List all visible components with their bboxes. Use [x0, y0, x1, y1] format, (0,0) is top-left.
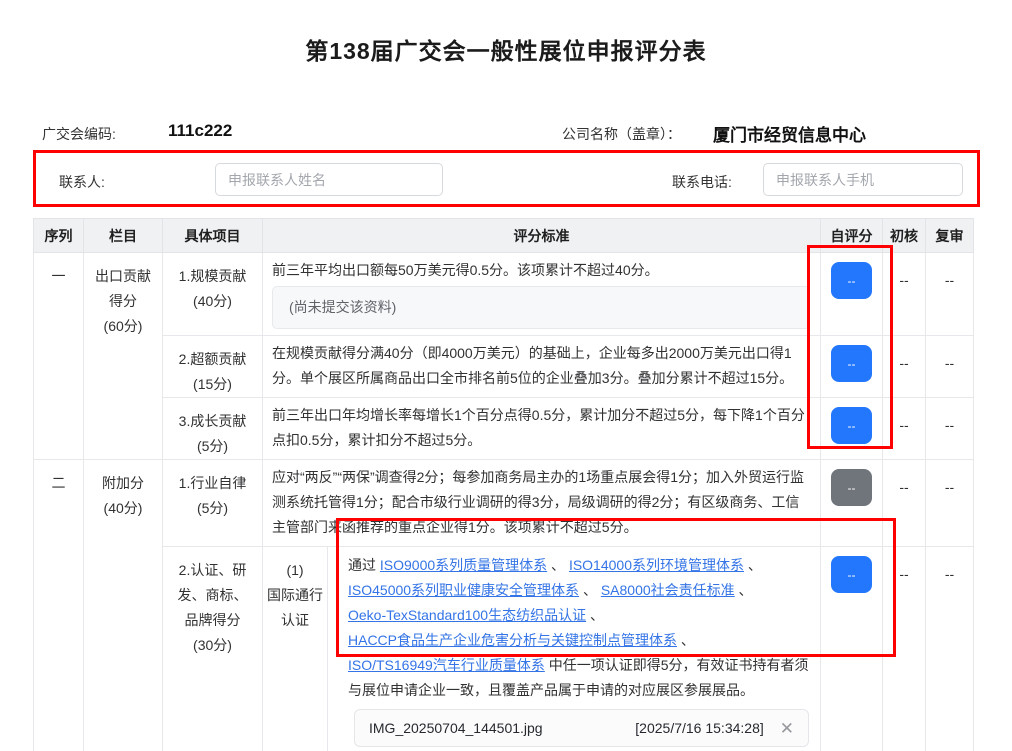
header-self-score: 自评分 — [821, 219, 883, 253]
criteria-text-segment: 、 — [677, 632, 695, 648]
certification-link[interactable]: ISO14000系列环境管理体系 — [569, 557, 744, 573]
criteria-cell: 前三年平均出口额每50万美元得0.5分。该项累计不超过40分。 (尚未提交该资料… — [263, 253, 821, 336]
table-row: 2.超额贡献 (15分) 在规模贡献得分满40分（即4000万美元）的基础上，企… — [34, 336, 974, 398]
table-row: 一 出口贡献 得分 (60分) 1.规模贡献 (40分) 前三年平均出口额每50… — [34, 253, 974, 336]
item-cell: 2.认证、研 发、商标、 品牌得分 (30分) — [163, 547, 263, 751]
scoring-form-page: 第138届广交会一般性展位申报评分表 广交会编码: 111c222 公司名称（盖… — [0, 0, 1012, 751]
company-name-value: 厦门市经贸信息中心 — [713, 121, 866, 146]
self-score-cell: -- — [821, 460, 883, 547]
header-info-row: 广交会编码: 111c222 公司名称（盖章）： 厦门市经贸信息中心 — [0, 120, 1012, 144]
no-data-notice: (尚未提交该资料) — [272, 286, 810, 329]
fair-code-label: 广交会编码: — [42, 124, 116, 144]
item-cell: 1.行业自律 (5分) — [163, 460, 263, 547]
final-review-cell: -- — [926, 253, 974, 336]
table-row: 3.成长贡献 (5分) 前三年出口年均增长率每增长1个百分点得0.5分，累计加分… — [34, 398, 974, 460]
certification-link[interactable]: Oeko-TexStandard100生态纺织品认证 — [348, 607, 586, 623]
criteria-text-segment: 、 — [735, 582, 753, 598]
initial-review-cell: -- — [883, 253, 926, 336]
attachment-filename: IMG_20250704_144501.jpg — [369, 716, 543, 741]
self-score-cell: -- — [821, 398, 883, 460]
table-row: 二 附加分 (40分) 1.行业自律 (5分) 应对“两反”“两保”调查得2分；… — [34, 460, 974, 547]
contact-person-label: 联系人: — [59, 172, 105, 192]
final-review-cell: -- — [926, 547, 974, 751]
scoring-table: 序列 栏目 具体项目 评分标准 自评分 初核 复审 一 出口贡献 得分 (60分… — [33, 218, 974, 751]
table-header-row: 序列 栏目 具体项目 评分标准 自评分 初核 复审 — [34, 219, 974, 253]
self-score-cell: -- — [821, 336, 883, 398]
header-seq: 序列 — [34, 219, 84, 253]
criteria-cell: 通过 ISO9000系列质量管理体系 、 ISO14000系列环境管理体系 、I… — [328, 547, 821, 751]
header-final-review: 复审 — [926, 219, 974, 253]
seq-cell: 一 — [34, 253, 84, 460]
criteria-text-segment: 、 — [586, 607, 604, 623]
criteria-cell: 前三年出口年均增长率每增长1个百分点得0.5分，累计加分不超过5分，每下降1个百… — [263, 398, 821, 460]
initial-review-cell: -- — [883, 398, 926, 460]
criteria-cell: 在规模贡献得分满40分（即4000万美元）的基础上，企业每多出2000万美元出口… — [263, 336, 821, 398]
final-review-cell: -- — [926, 460, 974, 547]
seq-cell: 二 — [34, 460, 84, 751]
criteria-text-segment: 、 — [547, 557, 569, 573]
criteria-text: 前三年平均出口额每50万美元得0.5分。该项累计不超过40分。 — [272, 262, 659, 278]
self-score-button-disabled[interactable]: -- — [831, 469, 872, 506]
self-score-button[interactable]: -- — [831, 407, 872, 444]
page-title: 第138届广交会一般性展位申报评分表 — [0, 32, 1012, 66]
item-cell: 1.规模贡献 (40分) — [163, 253, 263, 336]
table-row: 2.认证、研 发、商标、 品牌得分 (30分) (1) 国际通行 认证 通过 I… — [34, 547, 974, 751]
final-review-cell: -- — [926, 398, 974, 460]
header-item: 具体项目 — [163, 219, 263, 253]
self-score-button[interactable]: -- — [831, 556, 872, 593]
criteria-text-segment: 、 — [579, 582, 601, 598]
contact-row-highlight-rect: 联系人: 联系电话: — [33, 150, 980, 207]
item-cell: 2.超额贡献 (15分) — [163, 336, 263, 398]
initial-review-cell: -- — [883, 336, 926, 398]
certification-link[interactable]: SA8000社会责任标准 — [601, 582, 735, 598]
certification-link[interactable]: ISO/TS16949汽车行业质量体系 — [348, 657, 545, 673]
initial-review-cell: -- — [883, 460, 926, 547]
close-icon[interactable]: ✕ — [780, 720, 794, 737]
fair-code-value: 111c222 — [168, 121, 232, 141]
initial-review-cell: -- — [883, 547, 926, 751]
contact-phone-input[interactable] — [763, 163, 963, 196]
criteria-text-segment: 、 — [744, 557, 762, 573]
criteria-cell: 应对“两反”“两保”调查得2分；每参加商务局主办的1场重点展会得1分；加入外贸运… — [263, 460, 821, 547]
company-name-label: 公司名称（盖章）： — [562, 124, 681, 144]
category-cell: 附加分 (40分) — [84, 460, 163, 751]
final-review-cell: -- — [926, 336, 974, 398]
sub-item-cell: (1) 国际通行 认证 — [263, 547, 328, 751]
criteria-text-segment: 通过 — [348, 557, 380, 573]
header-criteria: 评分标准 — [263, 219, 821, 253]
header-category: 栏目 — [84, 219, 163, 253]
attachment-chip: IMG_20250704_144501.jpg [2025/7/16 15:34… — [354, 709, 809, 747]
item-cell: 3.成长贡献 (5分) — [163, 398, 263, 460]
attachment-list: IMG_20250704_144501.jpg [2025/7/16 15:34… — [348, 709, 810, 751]
self-score-cell: -- — [821, 253, 883, 336]
category-cell: 出口贡献 得分 (60分) — [84, 253, 163, 460]
self-score-button[interactable]: -- — [831, 262, 872, 299]
certification-criteria-text: 通过 ISO9000系列质量管理体系 、 ISO14000系列环境管理体系 、I… — [348, 553, 810, 703]
self-score-cell: -- — [821, 547, 883, 751]
contact-person-input[interactable] — [215, 163, 443, 196]
certification-link[interactable]: HACCP食品生产企业危害分析与关键控制点管理体系 — [348, 632, 677, 648]
certification-link[interactable]: ISO9000系列质量管理体系 — [380, 557, 547, 573]
contact-phone-label: 联系电话: — [672, 172, 732, 192]
attachment-timestamp: [2025/7/16 15:34:28] — [635, 716, 763, 741]
certification-link[interactable]: ISO45000系列职业健康安全管理体系 — [348, 582, 579, 598]
self-score-button[interactable]: -- — [831, 345, 872, 382]
header-initial-review: 初核 — [883, 219, 926, 253]
